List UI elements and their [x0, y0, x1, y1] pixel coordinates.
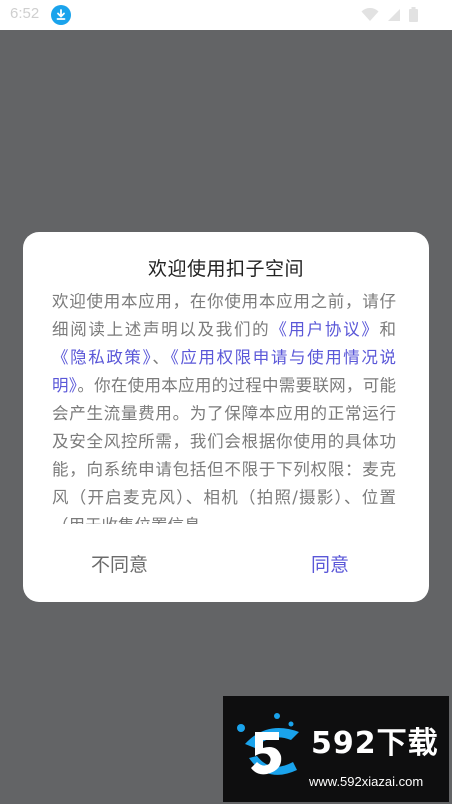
status-icons	[361, 7, 418, 22]
privacy-policy-link[interactable]: 《隐私政策》	[52, 348, 152, 367]
agree-button[interactable]: 同意	[311, 550, 349, 577]
signal-icon	[388, 8, 400, 21]
watermark-brand: 592下载	[311, 726, 439, 761]
body-text-and: 和	[379, 320, 396, 339]
body-text-details: 。你在使用本应用的过程中需要联网，可能会产生流量费用。为了保障本应用的正常运行及…	[52, 376, 396, 524]
dialog-title: 欢迎使用扣子空间	[147, 258, 304, 280]
status-bar: 6:52	[0, 0, 452, 30]
status-time: 6:52	[10, 5, 40, 22]
wifi-icon	[361, 7, 379, 21]
battery-icon	[409, 7, 418, 22]
watermark: 592下载 www.592xiazai.com	[223, 696, 449, 802]
body-text-separator: 、	[152, 348, 171, 367]
dialog-body[interactable]: 欢迎使用本应用，在你使用本应用之前，请仔细阅读上述声明以及我们的《用户协议》和《…	[52, 288, 396, 524]
download-icon	[51, 5, 71, 25]
disagree-button[interactable]: 不同意	[91, 550, 148, 577]
privacy-dialog: 欢迎使用扣子空间 欢迎使用本应用，在你使用本应用之前，请仔细阅读上述声明以及我们…	[23, 232, 429, 602]
watermark-url: www.592xiazai.com	[309, 774, 424, 789]
watermark-logo-icon	[237, 713, 299, 775]
user-agreement-link[interactable]: 《用户协议》	[270, 320, 379, 339]
